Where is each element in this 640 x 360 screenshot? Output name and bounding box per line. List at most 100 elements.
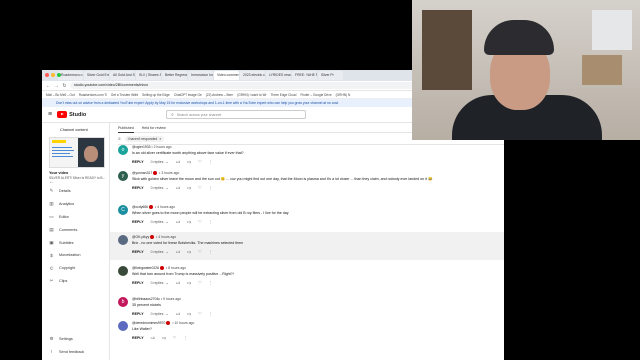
- comment-author[interactable]: @deredmonimes9970: [132, 321, 165, 325]
- bookmark-item[interactable]: Three Edge Cloud: [271, 93, 297, 97]
- comment-time[interactable]: 4 hours ago: [158, 235, 176, 239]
- comment-author[interactable]: @ogier1933: [132, 145, 151, 149]
- replies-count[interactable]: 0 replies ⌄: [151, 159, 169, 164]
- dislike-icon[interactable]: 👎︎: [187, 311, 191, 317]
- chip-close-icon[interactable]: ×: [159, 137, 161, 141]
- video-thumbnail[interactable]: [49, 137, 105, 168]
- avatar[interactable]: [118, 235, 128, 245]
- sidebar-item-details[interactable]: ✎ Details: [46, 185, 105, 198]
- avatar[interactable]: b: [118, 297, 128, 307]
- avatar[interactable]: [118, 321, 128, 331]
- avatar[interactable]: y: [118, 171, 128, 181]
- browser-tab[interactable]: LYRIDES ressourc: [266, 71, 291, 80]
- like-icon[interactable]: 👍︎: [176, 219, 180, 225]
- comment-time[interactable]: 4 hours ago: [157, 205, 175, 209]
- close-window-button[interactable]: [45, 73, 49, 77]
- reply-button[interactable]: REPLY: [132, 312, 144, 316]
- more-icon[interactable]: ⋮: [209, 185, 213, 190]
- browser-tab[interactable]: Silver Gold Enter: [84, 71, 109, 80]
- reply-button[interactable]: REPLY: [132, 160, 144, 164]
- replies-count[interactable]: 0 replies ⌄: [151, 185, 169, 190]
- like-icon[interactable]: 👍︎: [176, 249, 180, 255]
- more-icon[interactable]: ⋮: [209, 219, 213, 224]
- dislike-icon[interactable]: 👎︎: [187, 185, 191, 191]
- like-icon[interactable]: 👍︎: [151, 335, 155, 341]
- reply-button[interactable]: REPLY: [132, 336, 144, 340]
- dislike-icon[interactable]: 👎︎: [187, 159, 191, 165]
- dislike-icon[interactable]: 👎︎: [187, 249, 191, 255]
- more-icon[interactable]: ⋮: [184, 335, 188, 340]
- browser-tab[interactable]: Immovision Industr: [188, 71, 213, 80]
- comment-time[interactable]: 8 hours ago: [168, 266, 186, 270]
- bookmark-item[interactable]: Finder – Google Drive: [300, 93, 331, 97]
- channel-search-input[interactable]: ⌕ Search across your channel: [166, 110, 307, 119]
- more-icon[interactable]: ⋮: [209, 249, 213, 254]
- avatar[interactable]: C: [118, 205, 128, 215]
- browser-tab[interactable]: Silver Pr: [318, 71, 343, 80]
- dislike-icon[interactable]: 👎︎: [162, 335, 166, 341]
- avatar[interactable]: [118, 266, 128, 276]
- browser-tab[interactable]: Better Regressio: [162, 71, 187, 80]
- more-icon[interactable]: ⋮: [209, 311, 213, 316]
- bookmark-item[interactable]: Get a Trustee Withi: [111, 93, 138, 97]
- heart-icon[interactable]: ♡: [198, 219, 202, 224]
- replies-count[interactable]: 0 replies ⌄: [151, 249, 169, 254]
- more-icon[interactable]: ⋮: [209, 159, 213, 164]
- like-icon[interactable]: 👍︎: [176, 159, 180, 165]
- bookmark-item[interactable]: (22) Andrew – Bern: [206, 93, 233, 97]
- bookmark-item[interactable]: Selling up the Edge: [142, 93, 170, 97]
- sidebar-item-monetization[interactable]: $ Monetization: [46, 249, 105, 262]
- comment-time[interactable]: 3 hours ago: [161, 171, 179, 175]
- tab-held-for-review[interactable]: Held for review: [142, 123, 166, 133]
- heart-icon[interactable]: ♡: [198, 185, 202, 190]
- heart-icon[interactable]: ♡: [173, 335, 177, 340]
- hamburger-menu-icon[interactable]: ≡: [48, 111, 52, 118]
- comment-time[interactable]: 9 hours ago: [163, 297, 181, 301]
- sidebar-item-clips[interactable]: ✂ Clips: [46, 275, 105, 288]
- browser-tab[interactable]: Video comment: [214, 71, 239, 80]
- back-icon[interactable]: ←: [46, 83, 51, 89]
- bookmark-item[interactable]: (GRHN) I want to Wr: [237, 93, 266, 97]
- heart-icon[interactable]: ♡: [198, 311, 202, 316]
- browser-tab[interactable]: Roadmmoru.r.com: [58, 71, 83, 80]
- back-arrow-icon[interactable]: ←: [49, 179, 54, 185]
- sidebar-item-send-feedback[interactable]: ! Send feedback: [46, 345, 106, 358]
- bookmark-item[interactable]: ChatGPT image Ge: [174, 93, 202, 97]
- browser-tab[interactable]: All Gold And Sil: [110, 71, 135, 80]
- replies-count[interactable]: 0 replies ⌄: [151, 311, 169, 316]
- browser-tab[interactable]: 2023 electric car sales: [240, 71, 265, 80]
- heart-icon[interactable]: ♡: [198, 249, 202, 254]
- comment-author[interactable]: @livingwater0226: [132, 266, 159, 270]
- heart-icon[interactable]: ♡: [198, 159, 202, 164]
- browser-tab[interactable]: FREE: YAHE Rever: [292, 71, 317, 80]
- sidebar-item-comments[interactable]: ▤ Comments: [46, 223, 105, 236]
- replies-count[interactable]: 0 replies ⌄: [151, 219, 169, 224]
- comment-time[interactable]: 10 hours ago: [175, 321, 195, 325]
- like-icon[interactable]: 👍︎: [176, 280, 180, 286]
- sidebar-item-subtitles[interactable]: ▣ Subtitles: [46, 236, 105, 249]
- zoom-window-button[interactable]: [57, 73, 61, 77]
- sidebar-item-settings[interactable]: ⚙ Settings: [46, 332, 106, 345]
- reply-button[interactable]: REPLY: [132, 281, 144, 285]
- minimize-window-button[interactable]: [51, 73, 55, 77]
- comment-time[interactable]: 2 hours ago: [154, 145, 172, 149]
- comment-author[interactable]: @billnbaaus2704c: [132, 297, 160, 301]
- comment-author[interactable]: @yunnan317: [132, 171, 152, 175]
- comment-author[interactable]: @OK-pikyy: [132, 235, 149, 239]
- reply-button[interactable]: REPLY: [132, 250, 144, 254]
- heart-icon[interactable]: ♡: [198, 280, 202, 285]
- video-title[interactable]: SILVER ALERT! Silver Is READY to B...: [49, 176, 105, 180]
- like-icon[interactable]: 👍︎: [176, 311, 180, 317]
- more-icon[interactable]: ⋮: [209, 280, 213, 285]
- filter-chip[interactable]: I haven't responded ×: [124, 135, 165, 142]
- studio-logo[interactable]: Studio: [57, 111, 86, 118]
- reply-button[interactable]: REPLY: [132, 220, 144, 224]
- avatar[interactable]: o: [118, 145, 128, 155]
- dislike-icon[interactable]: 👎︎: [187, 219, 191, 225]
- forward-icon[interactable]: →: [54, 83, 59, 89]
- sidebar-item-analytics[interactable]: ▥ Analytics: [46, 198, 105, 211]
- bookmark-item[interactable]: Roadserioes.com Ti: [79, 93, 107, 97]
- dislike-icon[interactable]: 👎︎: [187, 280, 191, 286]
- tab-published[interactable]: Published: [118, 123, 134, 133]
- comment-author[interactable]: @ccdy666: [132, 205, 148, 209]
